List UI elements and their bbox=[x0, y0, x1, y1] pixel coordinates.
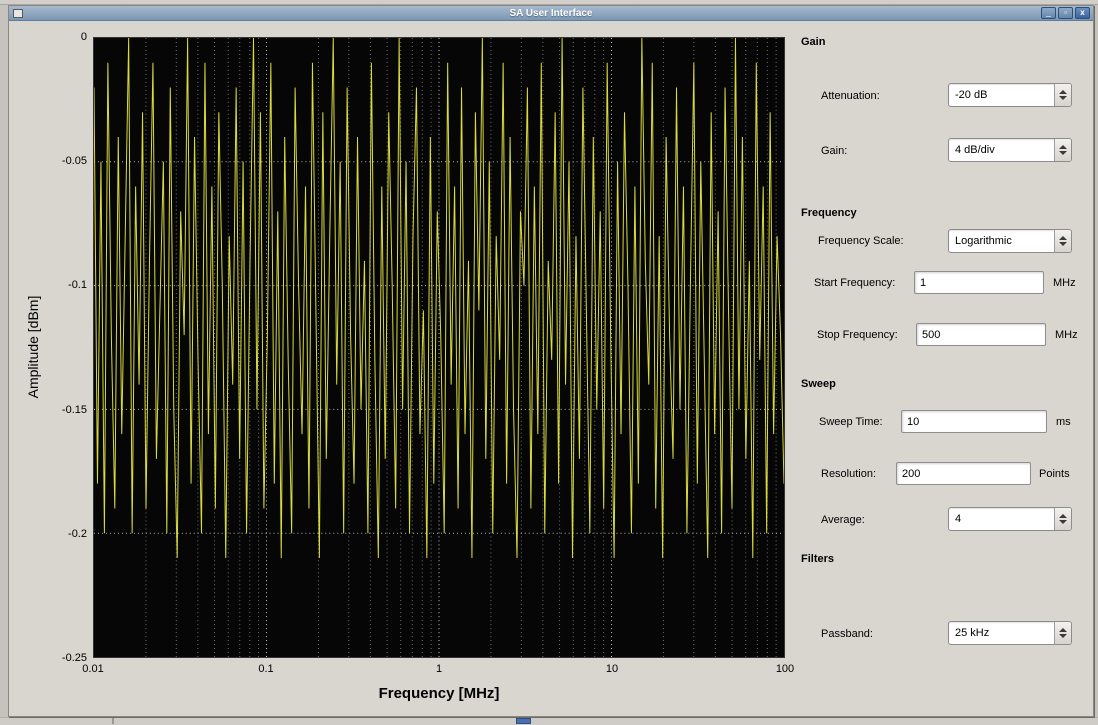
start-frequency-input[interactable] bbox=[914, 271, 1044, 294]
stepper-arrows-icon[interactable] bbox=[1054, 84, 1071, 106]
stop-frequency-input[interactable] bbox=[916, 323, 1046, 346]
section-gain: Gain bbox=[801, 36, 825, 48]
average-value: 4 bbox=[949, 508, 1054, 530]
background-window-fragment bbox=[516, 718, 531, 724]
title-bar[interactable]: SA User Interface _ ▫ x bbox=[9, 6, 1093, 21]
resolution-input[interactable] bbox=[896, 462, 1031, 485]
gain-label: Gain: bbox=[821, 145, 847, 157]
x-tick-1: 0.1 bbox=[244, 663, 288, 675]
resolution-unit: Points bbox=[1039, 468, 1070, 480]
attenuation-value: -20 dB bbox=[949, 84, 1054, 106]
x-tick-0: 0.01 bbox=[71, 663, 115, 675]
average-select[interactable]: 4 bbox=[948, 507, 1072, 531]
attenuation-select[interactable]: -20 dB bbox=[948, 83, 1072, 107]
sa-user-interface-window: SA User Interface _ ▫ x 0 -0.05 -0.1 -0.… bbox=[8, 5, 1094, 717]
y-tick-4: -0.2 bbox=[43, 528, 87, 540]
close-button[interactable]: x bbox=[1075, 7, 1090, 19]
stop-frequency-unit: MHz bbox=[1055, 329, 1078, 341]
stop-frequency-label: Stop Frequency: bbox=[817, 329, 898, 341]
background-window-bottom-strip bbox=[0, 717, 1098, 725]
attenuation-label: Attenuation: bbox=[821, 90, 880, 102]
stepper-arrows-icon[interactable] bbox=[1054, 622, 1071, 644]
sweep-time-label: Sweep Time: bbox=[819, 416, 883, 428]
resolution-label: Resolution: bbox=[821, 468, 876, 480]
y-tick-1: -0.05 bbox=[43, 155, 87, 167]
y-tick-0: 0 bbox=[43, 31, 87, 43]
section-frequency: Frequency bbox=[801, 207, 857, 219]
stepper-arrows-icon[interactable] bbox=[1054, 508, 1071, 530]
sweep-time-unit: ms bbox=[1056, 416, 1071, 428]
start-frequency-unit: MHz bbox=[1053, 277, 1076, 289]
frequency-scale-select[interactable]: Logarithmic bbox=[948, 229, 1072, 253]
y-tick-2: -0.1 bbox=[43, 279, 87, 291]
x-tick-3: 10 bbox=[590, 663, 634, 675]
frequency-scale-label: Frequency Scale: bbox=[818, 235, 904, 247]
frequency-scale-value: Logarithmic bbox=[949, 230, 1054, 252]
section-sweep: Sweep bbox=[801, 378, 836, 390]
spectrum-trace bbox=[94, 38, 784, 657]
x-axis-title: Frequency [MHz] bbox=[93, 685, 785, 702]
minimize-button[interactable]: _ bbox=[1041, 7, 1056, 19]
passband-value: 25 kHz bbox=[949, 622, 1054, 644]
passband-label: Passband: bbox=[821, 628, 873, 640]
background-window-divider bbox=[112, 718, 114, 724]
section-filters: Filters bbox=[801, 553, 834, 565]
gain-select[interactable]: 4 dB/div bbox=[948, 138, 1072, 162]
spectrum-plot bbox=[93, 37, 785, 658]
stepper-arrows-icon[interactable] bbox=[1054, 139, 1071, 161]
window-title: SA User Interface bbox=[9, 6, 1093, 21]
average-label: Average: bbox=[821, 514, 865, 526]
sweep-time-input[interactable] bbox=[901, 410, 1047, 433]
y-axis-title: Amplitude [dBm] bbox=[25, 296, 41, 399]
x-tick-2: 1 bbox=[417, 663, 461, 675]
y-tick-3: -0.15 bbox=[43, 404, 87, 416]
gain-value: 4 dB/div bbox=[949, 139, 1054, 161]
passband-select[interactable]: 25 kHz bbox=[948, 621, 1072, 645]
x-tick-4: 100 bbox=[763, 663, 807, 675]
start-frequency-label: Start Frequency: bbox=[814, 277, 895, 289]
stepper-arrows-icon[interactable] bbox=[1054, 230, 1071, 252]
maximize-button[interactable]: ▫ bbox=[1058, 7, 1073, 19]
